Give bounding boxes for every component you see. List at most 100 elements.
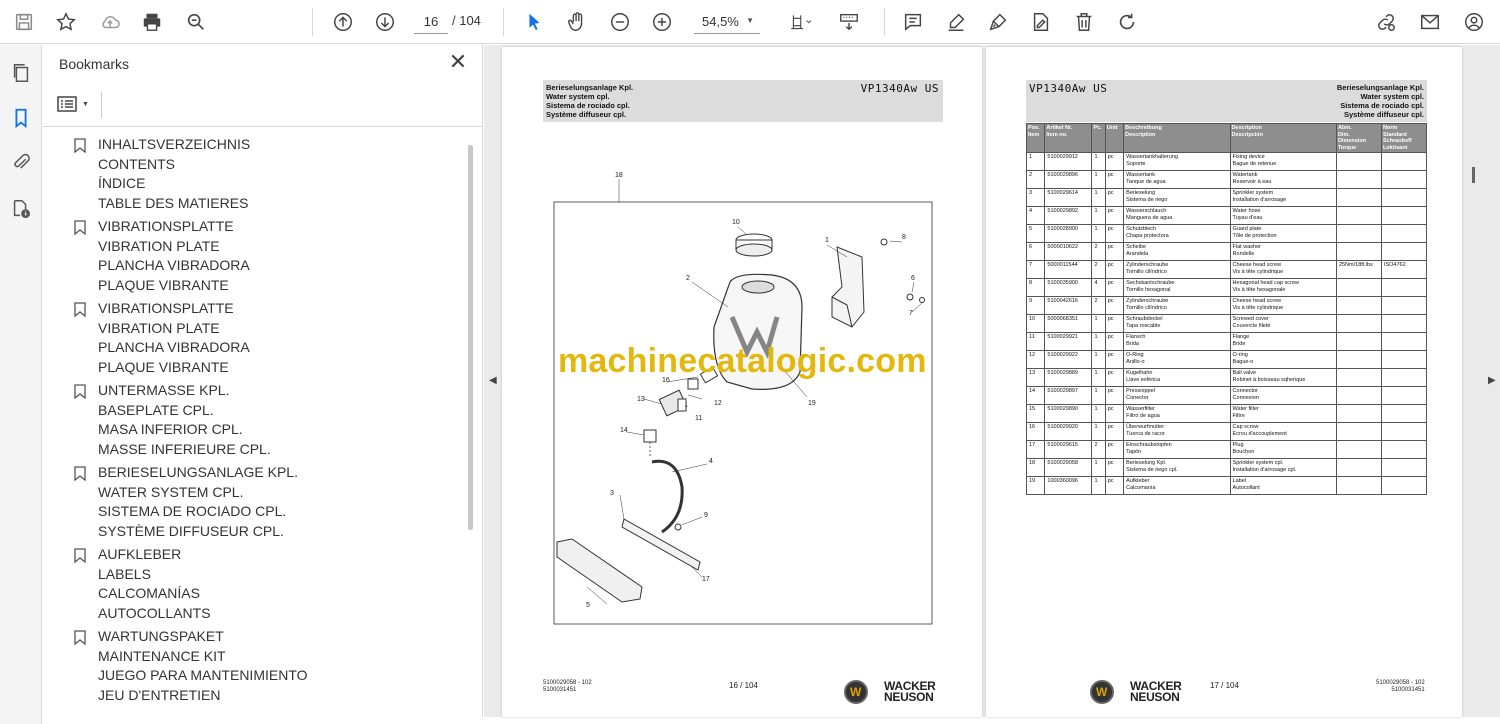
page-fit-icon[interactable] <box>780 6 820 38</box>
cell-art: 5100028900 <box>1044 224 1093 243</box>
previous-page-icon[interactable] <box>327 6 359 38</box>
bookmark-flag-icon <box>74 138 86 153</box>
chevron-down-icon: ▼ <box>82 100 89 108</box>
bookmark-label: VIBRATIONSPLATTE <box>98 300 234 316</box>
page-number-label: 16 / 104 <box>729 681 758 690</box>
select-cursor-icon[interactable] <box>518 6 550 38</box>
bookmark-label: BASEPLATE CPL. <box>98 401 214 418</box>
rotate-icon[interactable] <box>1111 6 1143 38</box>
cell-unit: pc <box>1104 422 1125 441</box>
table-header-row: Pos. Item Artikel Nr. Item no. Pc. Unit Be… <box>1025 123 1428 153</box>
table-row: 16 5100029920 1 pc Überwurfmutter Tuerca de r… <box>1025 422 1428 441</box>
cell-pc: 1 <box>1091 350 1106 369</box>
highlight-pen-icon[interactable] <box>940 6 972 38</box>
bookmark-options-button[interactable]: ▼ <box>57 92 97 116</box>
cell-pc: 1 <box>1091 368 1106 387</box>
cell-d2: Connector Connexion <box>1229 386 1337 405</box>
cell-std <box>1380 188 1428 207</box>
bookmark-item[interactable]: WARTUNGSPAKET MAINTENANCE KIT JUEGO PARA M… <box>43 627 463 705</box>
zoom-search-icon[interactable] <box>180 6 212 38</box>
bookmarks-icon[interactable] <box>7 104 35 132</box>
panel-title: Bookmarks <box>59 56 130 72</box>
divider <box>101 92 102 118</box>
scroll-mode-icon[interactable] <box>833 6 865 38</box>
bookmark-item[interactable]: BERIESELUNGSANLAGE KPL. WATER SYSTEM CPL.… <box>43 463 463 541</box>
cloud-upload-icon[interactable] <box>94 6 126 38</box>
previous-page-arrow-icon[interactable]: ◀ <box>489 375 497 386</box>
document-scrollbar-thumb[interactable] <box>1472 167 1475 183</box>
header-line: Sistema de rociado cpl. <box>546 101 630 110</box>
next-page-arrow-icon[interactable]: ▶ <box>1488 375 1496 386</box>
brand-name: WACKER NEUSON <box>884 680 936 703</box>
cell-art: 5100029892 <box>1044 206 1093 225</box>
fill-sign-icon[interactable] <box>1025 6 1057 38</box>
zoom-out-icon[interactable] <box>604 6 636 38</box>
table-row: 6 5000010622 2 pc Scheibe Arandela Flat washer… <box>1025 242 1428 261</box>
header-line: Water system cpl. <box>546 92 610 101</box>
cell-std: ISO4762 <box>1380 260 1428 279</box>
header-line: Berieselungsanlage Kpl. <box>546 83 634 92</box>
header-line: Système diffuseur cpl. <box>546 110 627 119</box>
cell-pos: 7 <box>1025 260 1046 279</box>
header-line: Sistema de rociado cpl. <box>1340 101 1424 110</box>
share-link-icon[interactable] <box>1370 6 1402 38</box>
page-thumbnails-icon[interactable] <box>7 59 35 87</box>
bookmark-item[interactable]: UNTERMASSE KPL. BASEPLATE CPL. MASA INFERI… <box>43 381 463 459</box>
bookmark-item[interactable]: AUFKLEBER LABELS CALCOMANÍAS AUTOCOLLANTS <box>43 545 463 623</box>
footer-doc-number: 5100029058 - 102 5100031451 <box>543 680 592 694</box>
zoom-level-select[interactable]: 54,5% ▼ <box>694 10 760 34</box>
bookmark-label: VIBRATION PLATE <box>98 237 220 254</box>
cell-d2: Label Autocollant <box>1229 476 1337 495</box>
account-icon[interactable] <box>1458 6 1490 38</box>
wacker-neuson-logo <box>1090 680 1114 704</box>
close-icon[interactable]: ✕ <box>447 51 469 74</box>
callout-label: 13 <box>637 396 645 403</box>
page-number-input[interactable] <box>414 10 448 34</box>
bookmark-item[interactable]: VIBRATIONSPLATTE VIBRATION PLATE PLANCHA V… <box>43 217 463 295</box>
bookmark-label: JEU D'ENTRETIEN <box>98 686 221 703</box>
cell-dim <box>1335 224 1382 243</box>
table-row: 8 5100035900 4 pc Sechskantschraube Tornillo … <box>1025 278 1428 297</box>
cell-std <box>1380 404 1428 423</box>
save-icon[interactable] <box>8 6 40 38</box>
cell-pc: 1 <box>1091 152 1106 171</box>
callout-label: 14 <box>620 427 628 434</box>
hand-tool-icon[interactable] <box>561 6 593 38</box>
cell-unit: pc <box>1104 296 1125 315</box>
next-page-icon[interactable] <box>369 6 401 38</box>
cell-art: 5100029920 <box>1044 422 1093 441</box>
bookmark-label: TABLE DES MATIERES <box>98 194 249 211</box>
exploded-parts-drawing: 18 10 1 8 2 6 7 19 16 13 12 11 14 4 3 9 <box>553 172 933 625</box>
print-icon[interactable] <box>136 6 168 38</box>
bookmark-item[interactable]: INHALTSVERZEICHNIS CONTENTS ÍNDICE TABLE DE… <box>43 135 463 213</box>
cell-std <box>1380 332 1428 351</box>
star-icon[interactable] <box>50 6 82 38</box>
cell-std <box>1380 440 1428 459</box>
cell-art: 5000011544 <box>1044 260 1093 279</box>
column-header-description-en: Description Descripción <box>1229 123 1337 153</box>
cell-pc: 1 <box>1091 332 1106 351</box>
cell-dim <box>1335 278 1382 297</box>
parts-table: Pos. Item Artikel Nr. Item no. Pc. Unit Be… <box>1025 123 1428 495</box>
table-row: 5 5100028900 1 pc Schutzblech Chapa protector… <box>1025 224 1428 243</box>
document-info-icon[interactable] <box>7 195 35 223</box>
zoom-in-icon[interactable] <box>646 6 678 38</box>
attachments-icon[interactable] <box>7 148 35 176</box>
cell-dim <box>1335 386 1382 405</box>
cell-pc: 1 <box>1091 458 1106 477</box>
navigation-rail <box>0 45 42 724</box>
cell-pc: 1 <box>1091 386 1106 405</box>
cell-pc: 1 <box>1091 188 1106 207</box>
draw-pen-icon[interactable] <box>982 6 1014 38</box>
cell-pos: 4 <box>1025 206 1046 225</box>
cell-art: 1000360096 <box>1044 476 1093 495</box>
bookmark-label: AUFKLEBER <box>98 546 182 562</box>
cell-pos: 14 <box>1025 386 1046 405</box>
cell-d2: Ball valve Robinet à boisseau sqherique <box>1229 368 1337 387</box>
delete-icon[interactable] <box>1068 6 1100 38</box>
bookmark-item[interactable]: VIBRATIONSPLATTE VIBRATION PLATE PLANCHA V… <box>43 299 463 377</box>
email-icon[interactable] <box>1414 6 1446 38</box>
comment-icon[interactable] <box>897 6 929 38</box>
page-header: VP1340Aw US Berieselungsanlage Kpl. Wate… <box>1026 80 1427 122</box>
scrollbar-thumb[interactable] <box>468 145 473 530</box>
